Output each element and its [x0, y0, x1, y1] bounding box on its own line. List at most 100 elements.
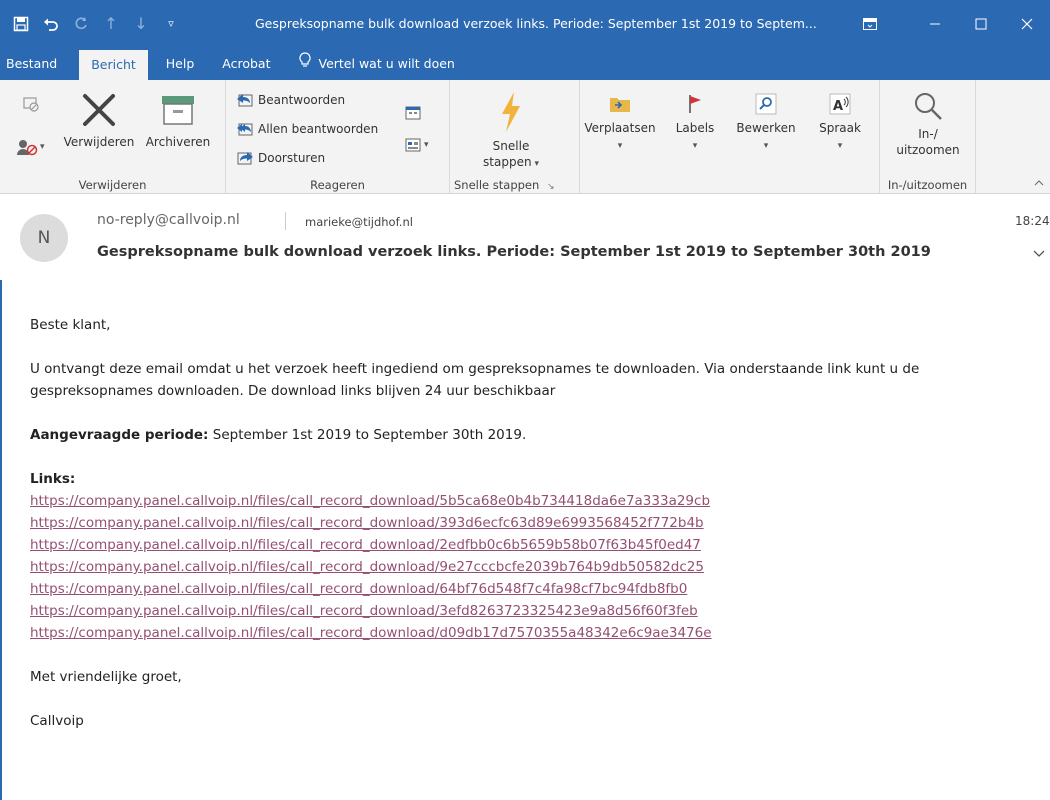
zoom-label-2: uitzoomen [896, 143, 960, 157]
move-button[interactable]: Verplaatsen ▾ [580, 92, 660, 154]
cleanup-icon[interactable]: ▾ [16, 138, 45, 156]
window-controls [850, 0, 1050, 47]
edit-button[interactable]: Bewerken ▾ [730, 92, 802, 154]
arrow-down-icon[interactable]: ↓ [126, 9, 156, 39]
group-label-verwijderen: Verwijderen [78, 178, 147, 192]
avatar[interactable]: N [20, 214, 68, 262]
redo-icon[interactable] [66, 9, 96, 39]
minimize-icon[interactable] [912, 0, 958, 47]
period-value: September 1st 2019 to September 30th 201… [208, 427, 527, 443]
group-label-reageren: Reageren [310, 178, 365, 192]
message-subject: Gespreksopname bulk download verzoek lin… [97, 244, 931, 260]
edit-label: Bewerken [736, 121, 796, 135]
lightbulb-icon [298, 47, 311, 80]
delete-label: Verwijderen [63, 135, 135, 149]
intro-paragraph: U ontvangt deze email omdat u het verzoe… [30, 361, 920, 399]
read-aloud-icon: A [829, 93, 851, 115]
ignore-icon[interactable] [22, 94, 40, 116]
find-icon [755, 93, 777, 115]
group-label-snelle-stappen: Snelle stappen ↘ [450, 178, 579, 192]
ribbon: ▾ Verwijderen Archiveren Verwijderen Bea… [0, 80, 1050, 194]
zoom-label-1: In-/ [918, 127, 938, 141]
greeting: Beste klant, [30, 317, 111, 333]
menu-bar: Bestand Bericht Help Acrobat Vertel wat … [0, 47, 1050, 80]
close-icon[interactable] [1004, 0, 1050, 47]
download-link[interactable]: https://company.panel.callvoip.nl/files/… [30, 490, 1030, 512]
forward-icon [237, 152, 253, 165]
reply-all-icon [237, 123, 253, 136]
reply-button[interactable]: Beantwoorden [236, 92, 345, 108]
period-label: Aangevraagde periode: [30, 427, 209, 443]
maximize-icon[interactable] [958, 0, 1004, 47]
tell-me-label: Vertel wat u wilt doen [318, 56, 455, 71]
tell-me-search[interactable]: Vertel wat u wilt doen [289, 47, 465, 80]
delete-button[interactable]: Verwijderen [58, 90, 140, 150]
svg-text:A: A [833, 99, 843, 114]
undo-icon[interactable] [36, 9, 66, 39]
archive-label: Archiveren [145, 135, 211, 149]
forward-label: Doorsturen [258, 151, 326, 165]
dialog-launcher-icon[interactable]: ↘ [547, 182, 555, 192]
arrow-up-icon[interactable]: ↑ [96, 9, 126, 39]
window-title: Gespreksopname bulk download verzoek lin… [255, 16, 817, 31]
message-body: Beste klant, U ontvangt deze email omdat… [0, 280, 1050, 800]
zoom-button[interactable]: In-/ uitzoomen [888, 90, 968, 158]
labels-button[interactable]: Labels ▾ [664, 92, 726, 154]
reply-all-button[interactable]: Allen beantwoorden [236, 121, 378, 137]
ribbon-display-options-icon[interactable] [850, 0, 890, 47]
collapse-ribbon-icon[interactable] [1034, 175, 1044, 189]
more-respond-icon[interactable]: ▾ [404, 136, 429, 154]
download-link[interactable]: https://company.panel.callvoip.nl/files/… [30, 578, 1030, 600]
title-bar: ↑ ↓ ▿ Gespreksopname bulk download verzo… [0, 0, 1050, 47]
download-link[interactable]: https://company.panel.callvoip.nl/files/… [30, 556, 1030, 578]
quick-access-toolbar: ↑ ↓ ▿ [0, 0, 186, 47]
magnifier-icon [915, 93, 942, 120]
meeting-reply-icon[interactable] [404, 104, 422, 126]
forward-button[interactable]: Doorsturen [236, 150, 325, 166]
group-zoom: In-/ uitzoomen In-/uitzoomen [880, 80, 976, 194]
delete-icon [83, 94, 115, 126]
links-section: Links: https://company.panel.callvoip.nl… [30, 468, 1030, 644]
quick-steps-label-2: stappen [483, 155, 532, 169]
sender-address[interactable]: no-reply@callvoip.nl [97, 212, 240, 228]
archive-icon [162, 96, 194, 125]
save-icon[interactable] [6, 9, 36, 39]
group-move: Verplaatsen ▾ Labels ▾ Bewerken ▾ A Spra… [580, 80, 880, 194]
reply-label: Beantwoorden [258, 93, 346, 107]
reply-icon [237, 94, 253, 107]
received-time: 18:24 [1015, 214, 1050, 228]
tab-acrobat[interactable]: Acrobat [212, 47, 280, 80]
download-link[interactable]: https://company.panel.callvoip.nl/files/… [30, 534, 1030, 556]
tab-bericht[interactable]: Bericht [79, 50, 148, 80]
archive-button[interactable]: Archiveren [140, 90, 216, 150]
header-divider [285, 212, 286, 230]
tab-help[interactable]: Help [156, 47, 205, 80]
chevron-down-icon[interactable] [1033, 246, 1045, 262]
message-header: N no-reply@callvoip.nl marieke@tijdhof.n… [0, 194, 1050, 280]
group-snelle-stappen: Snelle stappen ▾ Snelle stappen ↘ [450, 80, 580, 194]
labels-label: Labels [675, 121, 715, 135]
lightning-icon [502, 92, 520, 132]
download-link[interactable]: https://company.panel.callvoip.nl/files/… [30, 512, 1030, 534]
quick-steps-button[interactable]: Snelle stappen ▾ [466, 90, 556, 172]
signature: Callvoip [30, 713, 84, 729]
group-label-zoom: In-/uitzoomen [887, 178, 968, 192]
group-reageren: Beantwoorden Allen beantwoorden Doorstur… [226, 80, 450, 194]
download-link[interactable]: https://company.panel.callvoip.nl/files/… [30, 600, 1030, 622]
speech-label: Spraak [819, 121, 861, 135]
download-link[interactable]: https://company.panel.callvoip.nl/files/… [30, 622, 1030, 644]
group-label-snelle-stappen-text: Snelle stappen [454, 178, 540, 192]
tab-bestand[interactable]: Bestand [0, 47, 67, 80]
recipient-address[interactable]: marieke@tijdhof.nl [305, 215, 413, 229]
message-content: Beste klant, U ontvangt deze email omdat… [30, 314, 1030, 754]
move-label: Verplaatsen [584, 121, 656, 135]
quick-steps-label-1: Snelle [492, 139, 530, 153]
reply-all-label: Allen beantwoorden [258, 122, 379, 136]
customize-toolbar-icon[interactable]: ▿ [156, 9, 186, 39]
links-label: Links: [30, 471, 76, 487]
closing: Met vriendelijke groet, [30, 669, 182, 685]
speech-button[interactable]: A Spraak ▾ [808, 92, 872, 154]
period-line: Aangevraagde periode: September 1st 2019… [30, 424, 1030, 446]
move-folder-icon [610, 98, 630, 112]
group-verwijderen: ▾ Verwijderen Archiveren Verwijderen [0, 80, 226, 194]
